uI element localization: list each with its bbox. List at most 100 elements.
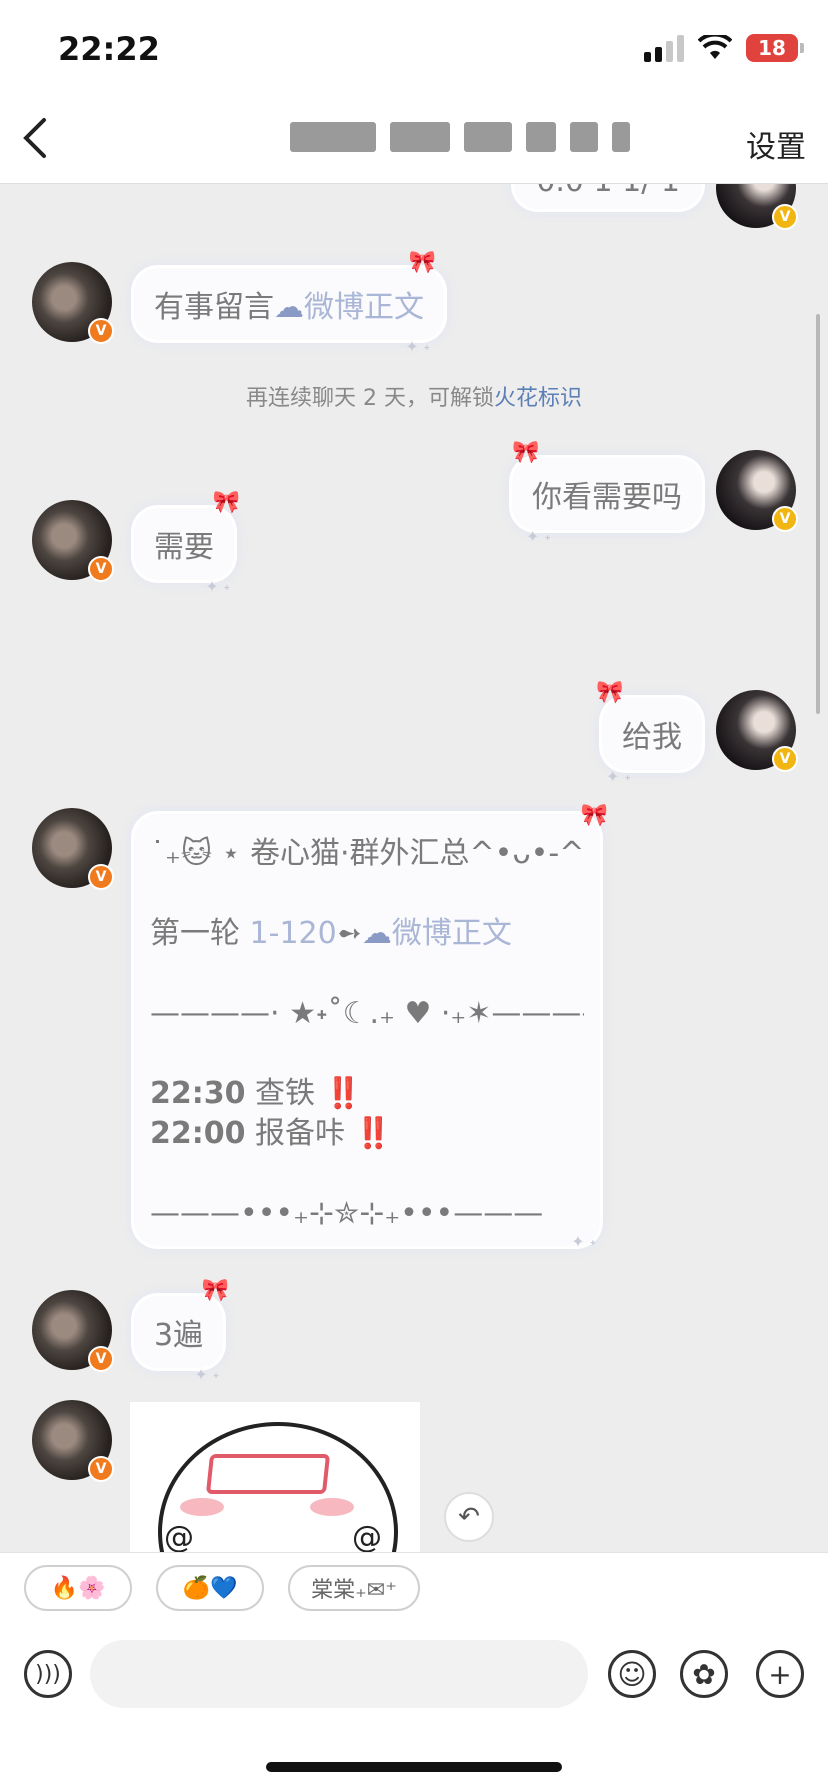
message-text: 有事留言 [154,290,274,325]
battery-low-charging-icon: 18 [746,34,804,62]
back-button[interactable] [20,116,70,166]
bow-decoration-icon: 🎀 [512,440,540,465]
message-text: 需要 [154,530,214,565]
message-bubble-partial[interactable]: 0.0 1 1/ 1 [514,184,702,209]
message-text: 3遍 [154,1318,204,1353]
message-text: 你看需要吗 [532,480,682,515]
recall-icon[interactable]: ↶ [444,1492,494,1542]
home-indicator[interactable] [266,1762,562,1772]
status-icons: 18 [644,34,804,62]
my-message-bubble[interactable]: 🎀 给我 ✦ ˖ [596,680,702,786]
contact-avatar[interactable]: V [32,808,114,890]
system-notice-text: 再连续聊天 2 天，可解锁 [246,386,494,411]
my-avatar[interactable]: V [716,690,798,772]
double-exclamation-icon: ‼️ [324,1076,362,1111]
verified-badge-icon: V [88,1346,114,1372]
sticker-cheek [180,1498,224,1516]
voice-button[interactable]: ))) [24,1650,72,1698]
message-bubble-long[interactable]: 🎀 ˙₊🐱 ⋆ 卷心猫·群外汇总^•ᴗ•-^ ٩ 第一轮 1-120➻☁微博正文… [134,803,608,1251]
bow-decoration-icon: 🎀 [596,680,624,705]
quick-reply-bar: 🔥🌸 🍊💙 棠棠₊✉︎⁺ [0,1552,828,1626]
range-text: 1-120 [249,916,337,951]
sparkle-decoration-icon: ✦ ˖ [571,1232,596,1251]
quick-reply-label: 🔥🌸 [50,1575,106,1601]
my-message-bubble[interactable]: 🎀 你看需要吗 ✦ ˖ [512,440,702,546]
quick-reply-label: 棠棠₊✉︎⁺ [311,1578,397,1603]
cloud-icon: ☁ [361,916,392,951]
partial-message-text: 0.0 1 1/ 1 [536,184,680,199]
sparkle-decoration-icon: ✦ ˖ [405,337,430,356]
message-text: 给我 [622,720,682,755]
quick-reply-label: 🍊💙 [182,1575,238,1601]
my-avatar[interactable]: V [716,450,798,532]
chevron-left-icon [23,118,46,158]
sticker-swirl: @ [352,1520,382,1552]
plus-icon: + [768,1657,792,1691]
sparkle-decoration-icon: ✦ ˖ [205,577,230,596]
my-avatar[interactable]: V [716,184,798,230]
quick-reply-chip[interactable]: 🔥🌸 [24,1565,132,1611]
verified-badge-icon: V [772,746,798,772]
schedule-line-2: 22:00 报备咔 ‼️ [150,1114,584,1154]
contact-avatar[interactable]: V [32,1400,114,1482]
message-bubble[interactable]: 🎀 3遍 ✦ ˖ [134,1278,229,1384]
cellular-signal-icon [644,34,684,62]
sparkle-decoration-icon: ✦ ˖ [606,767,631,786]
round-label: 第一轮 [150,916,250,951]
scrollbar[interactable] [816,314,820,714]
double-exclamation-icon: ‼️ [354,1116,392,1151]
verified-badge-icon: V [88,318,114,344]
system-notice: 再连续聊天 2 天，可解锁火花标识 [0,380,828,412]
sticker-icon: ✿ [692,1657,716,1691]
chat-header: 设置 [0,100,828,184]
schedule-line-1: 22:30 查铁 ‼️ [150,1074,584,1114]
weibo-post-link[interactable]: 微博正文 [392,916,512,951]
schedule-task: 查铁 [245,1076,325,1111]
voice-icon: ))) [35,1661,61,1687]
message-bubble[interactable]: 🎀 需要 ✦ ˖ [134,490,240,596]
emoji-icon: ☺ [617,1657,647,1691]
sticker-cheek [310,1498,354,1516]
spark-badge-link[interactable]: 火花标识 [494,386,582,411]
sticker-swirl: @ [164,1520,194,1552]
wifi-icon [698,35,732,59]
sparkle-decoration-icon: ✦ ˖ [194,1365,220,1384]
message-divider: ————· ★˖˚☾.₊ ♥︎ ·₊✶———— [150,996,584,1031]
quick-reply-chip[interactable]: 🍊💙 [156,1565,264,1611]
contact-avatar[interactable]: V [32,500,114,582]
status-bar: 22:22 18 [0,0,828,100]
verified-badge-icon: V [772,204,798,230]
message-bubble[interactable]: 🎀 有事留言☁微博正文 ✦ ˖ [134,250,444,356]
sticker-button[interactable]: ✿ [680,1650,728,1698]
bow-decoration-icon: 🎀 [201,1278,230,1303]
verified-badge-icon: V [88,1456,114,1482]
message-line-round: 第一轮 1-120➻☁微博正文 [150,914,584,954]
contact-avatar[interactable]: V [32,1290,114,1372]
emoji-button[interactable]: ☺ [608,1650,656,1698]
arrow-icon: ➻ [336,916,362,951]
battery-level: 18 [758,36,786,60]
message-input[interactable] [90,1640,588,1708]
schedule-time: 22:00 [150,1116,246,1151]
message-divider: ———•••₊⊹✮⊹₊•••——— [150,1196,544,1231]
sticker-glasses [205,1454,331,1494]
status-time: 22:22 [58,30,160,68]
sparkle-decoration-icon: ✦ ˖ [526,527,551,546]
add-button[interactable]: + [756,1650,804,1698]
verified-badge-icon: V [88,556,114,582]
cloud-icon: ☁ [274,290,304,325]
verified-badge-icon: V [88,864,114,890]
verified-badge-icon: V [772,506,798,532]
sticker-message[interactable]: @ @ [130,1402,420,1552]
contact-avatar[interactable]: V [32,262,114,344]
settings-button[interactable]: 设置 [746,122,806,166]
quick-reply-chip[interactable]: 棠棠₊✉︎⁺ [288,1565,420,1611]
contact-name-redacted [290,122,630,152]
message-line-title: ˙₊🐱 ⋆ 卷心猫·群外汇总^•ᴗ•-^ ٩ [150,836,584,871]
message-list[interactable]: 0.0 1 1/ 1 V V 🎀 有事留言☁微博正文 ✦ ˖ 再连续聊天 2 天… [0,184,828,1552]
bow-decoration-icon: 🎀 [212,490,240,515]
schedule-time: 22:30 [150,1076,246,1111]
weibo-post-link[interactable]: 微博正文 [304,290,424,325]
bow-decoration-icon: 🎀 [580,803,608,828]
schedule-task: 报备咔 [245,1116,355,1151]
